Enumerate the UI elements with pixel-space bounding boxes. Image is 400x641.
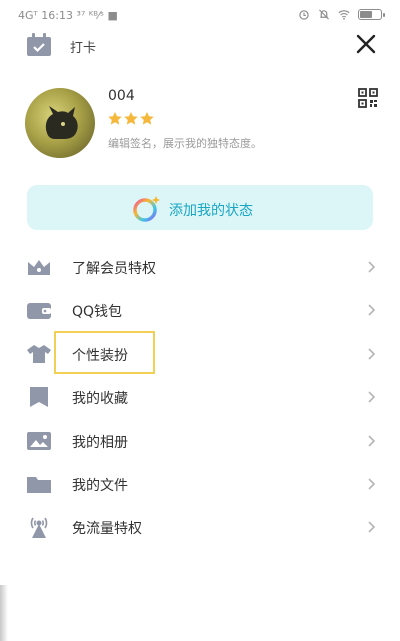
avatar-silhouette xyxy=(45,106,78,139)
menu-item-label: 我的收藏 xyxy=(72,391,128,408)
menu-item-wallet[interactable]: QQ钱包 xyxy=(0,288,400,331)
chevron-right-icon xyxy=(368,434,376,447)
tshirt-icon xyxy=(27,344,51,363)
chevron-right-icon xyxy=(368,391,376,403)
menu-item-label: 了解会员特权 xyxy=(72,261,156,277)
menu-item-label: 我的文件 xyxy=(72,477,128,494)
wallet-icon xyxy=(27,303,51,320)
menu-item-favorites[interactable]: 我的收藏 xyxy=(0,375,400,418)
username[interactable]: 004 xyxy=(108,88,135,104)
banner-label: 添加我的状态 xyxy=(169,203,253,219)
header: 打卡 xyxy=(0,30,400,60)
mute-icon xyxy=(319,9,329,20)
status-icons xyxy=(298,9,385,20)
close-icon[interactable] xyxy=(354,32,378,56)
chevron-right-icon xyxy=(368,348,376,360)
chevron-right-icon xyxy=(368,478,376,490)
chevron-right-icon xyxy=(368,261,376,273)
alarm-icon xyxy=(299,10,309,20)
menu-item-label: QQ钱包 xyxy=(72,304,123,321)
edge-shadow xyxy=(0,585,8,641)
menu-item-free-data[interactable]: 免流量特权 xyxy=(0,505,400,548)
signature[interactable]: 编辑签名，展示我的独特态度。 xyxy=(108,135,262,151)
level-stars[interactable] xyxy=(108,112,154,125)
menu-item-album[interactable]: 我的相册 xyxy=(0,419,400,462)
chevron-right-icon xyxy=(368,304,376,316)
highlight-box xyxy=(54,331,155,374)
menu-item-vip[interactable]: 了解会员特权 xyxy=(0,245,400,288)
colorful-ring-icon xyxy=(133,196,160,222)
star-icon xyxy=(140,112,154,125)
wifi-icon xyxy=(338,10,350,20)
status-bar-left-text: 4Gᵀ 16:13 ³⁷ ᴷᴮ⁄ˢ ■ xyxy=(18,9,118,22)
folder-icon xyxy=(27,476,51,493)
menu-item-label: 免流量特权 xyxy=(72,521,142,538)
add-status-button[interactable]: 添加我的状态 xyxy=(27,185,373,230)
star-icon xyxy=(124,112,138,125)
signal-tower-icon xyxy=(30,517,48,539)
header-title[interactable]: 打卡 xyxy=(70,37,96,56)
menu-item-files[interactable]: 我的文件 xyxy=(0,462,400,505)
crown-icon xyxy=(28,260,50,275)
menu-item-label: 我的相册 xyxy=(72,434,128,451)
avatar[interactable] xyxy=(25,88,95,158)
profile-section: 004 编辑签名，展示我的独特态度。 xyxy=(0,84,400,164)
qr-code-icon[interactable] xyxy=(358,88,378,108)
status-bar: 4Gᵀ 16:13 ³⁷ ᴷᴮ⁄ˢ ■ xyxy=(0,0,400,30)
calendar-check-icon[interactable] xyxy=(26,33,52,57)
photo-icon xyxy=(27,431,51,450)
bookmark-icon xyxy=(30,387,48,408)
battery-icon xyxy=(358,9,385,20)
chevron-right-icon xyxy=(368,521,376,533)
star-icon xyxy=(108,112,122,125)
menu-list: 了解会员特权 QQ钱包 个性装扮 我的收藏 我的相册 我的文件 免流量特权 xyxy=(0,245,400,549)
